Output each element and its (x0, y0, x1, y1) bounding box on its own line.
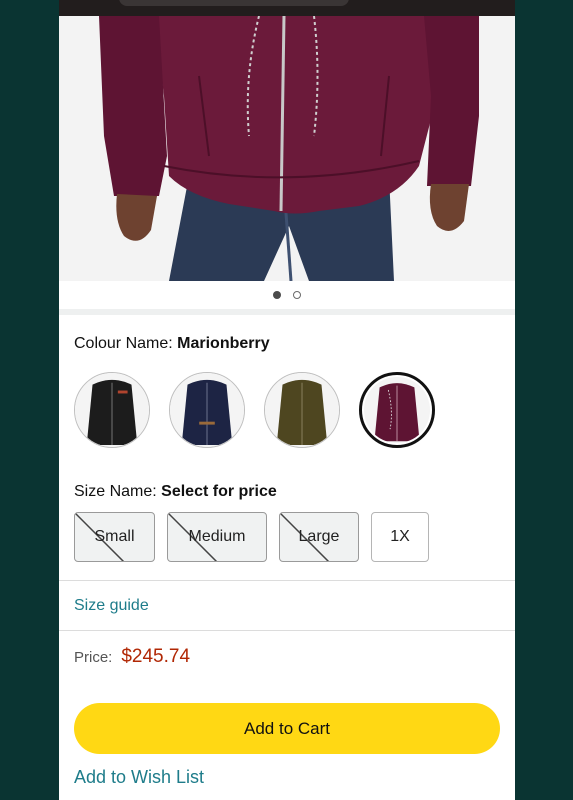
divider (59, 580, 515, 581)
size-option-label: Large (298, 528, 340, 545)
swatch-olive-image (265, 373, 339, 447)
swatch-navy-image (170, 373, 244, 447)
carousel-dots[interactable] (59, 288, 515, 302)
size-label-text: Size Name: (74, 483, 157, 500)
price-row: Price: $245.74 (74, 646, 190, 668)
size-guide-link[interactable]: Size guide (74, 597, 149, 615)
colour-label: Colour Name: Marionberry (74, 335, 270, 353)
carousel-dot[interactable] (293, 291, 301, 299)
size-option-1x[interactable]: 1X (371, 512, 429, 562)
product-image[interactable] (59, 16, 515, 281)
price-label: Price: (74, 649, 113, 666)
size-options: Small Medium Large 1X (74, 512, 429, 562)
size-option-medium[interactable]: Medium (167, 512, 267, 562)
size-label: Size Name: Select for price (74, 483, 277, 501)
size-option-label: Small (94, 528, 135, 545)
swatch-marionberry[interactable] (359, 372, 435, 448)
swatch-marionberry-image (364, 377, 430, 443)
divider (59, 630, 515, 631)
add-to-cart-button[interactable]: Add to Cart (74, 703, 500, 754)
swatch-black-image (75, 373, 149, 447)
colour-value: Marionberry (177, 335, 270, 352)
add-to-wish-list-link[interactable]: Add to Wish List (74, 767, 204, 788)
size-option-label: Medium (188, 528, 246, 545)
price-value: $245.74 (121, 646, 191, 667)
search-bar[interactable] (119, 0, 349, 6)
product-panel: Colour Name: Marionberry Size Name: Sele… (59, 0, 515, 800)
size-value: Select for price (161, 483, 277, 500)
carousel-dot-active[interactable] (273, 291, 281, 299)
size-option-large[interactable]: Large (279, 512, 359, 562)
swatch-black[interactable] (74, 372, 150, 448)
size-option-small[interactable]: Small (74, 512, 155, 562)
swatch-navy[interactable] (169, 372, 245, 448)
top-bar (59, 0, 515, 16)
size-option-label: 1X (390, 528, 410, 545)
colour-label-text: Colour Name: (74, 335, 173, 352)
section-divider (59, 309, 515, 315)
jacket-photo (59, 16, 515, 281)
colour-swatches (74, 372, 435, 448)
swatch-olive[interactable] (264, 372, 340, 448)
